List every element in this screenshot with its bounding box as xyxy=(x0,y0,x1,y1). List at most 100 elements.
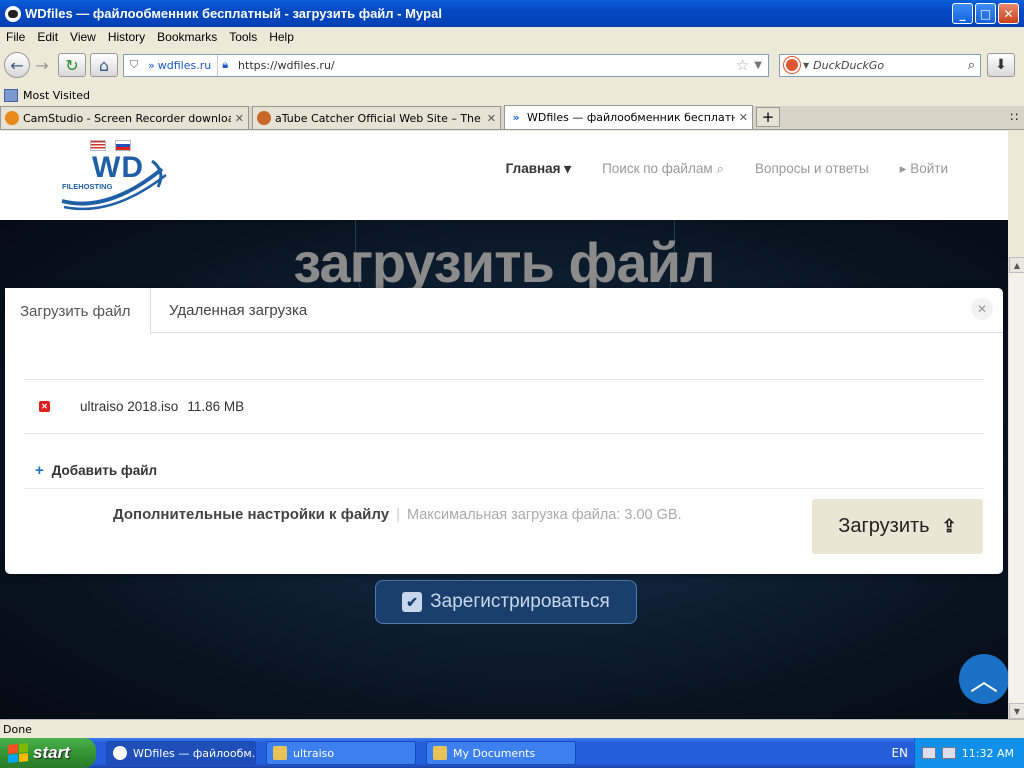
add-file-label: Добавить файл xyxy=(51,463,158,478)
file-size: 11.86 MB xyxy=(187,399,245,414)
forward-arrow-icon: → xyxy=(35,55,49,75)
tray-volume-icon[interactable] xyxy=(941,747,956,759)
new-tab-button[interactable]: + xyxy=(756,107,780,127)
downloads-button[interactable]: ⬇ xyxy=(987,53,1015,77)
wdfiles-logo[interactable]: WD FILEHOSTING xyxy=(58,151,170,217)
home-icon: ⌂ xyxy=(98,55,110,75)
home-button[interactable]: ⌂ xyxy=(90,53,118,77)
advanced-settings-link[interactable]: Дополнительные настройки к файлу xyxy=(113,506,389,523)
nav-home[interactable]: Главная ▾ xyxy=(506,161,571,177)
page-scrollbar[interactable]: ▲ ▼ xyxy=(1008,257,1024,719)
upload-icon: ⇪ xyxy=(941,516,957,536)
window-title-bar: WDfiles — файлообменник бесплатный - заг… xyxy=(0,0,1024,27)
menu-file[interactable]: File xyxy=(0,30,31,44)
maximize-button[interactable]: □ xyxy=(975,3,996,24)
tab-camstudio[interactable]: CamStudio - Screen Recorder download |..… xyxy=(0,106,249,129)
taskbar-item-my-documents[interactable]: My Documents xyxy=(426,741,576,765)
clock[interactable]: 11:32 AM xyxy=(962,747,1014,760)
bookmarks-toolbar: Most Visited xyxy=(0,84,1024,106)
most-visited-bookmark[interactable]: Most Visited xyxy=(23,89,90,102)
web-page: WD FILEHOSTING Главная ▾ Поиск по файлам… xyxy=(0,131,1008,719)
menu-edit[interactable]: Edit xyxy=(31,30,64,44)
status-text: Done xyxy=(3,722,32,736)
navigation-toolbar: ← → ↻ ⌂ ⛉ » wdfiles.ru 🔒︎ https://wdfiles… xyxy=(0,46,1024,84)
close-dialog-button[interactable]: ✕ xyxy=(971,298,993,320)
reload-button[interactable]: ↻ xyxy=(58,53,86,77)
search-engine-dropdown-icon[interactable]: ▼ xyxy=(803,61,809,70)
bookmark-star-icon[interactable]: ☆ xyxy=(733,56,752,74)
back-arrow-icon: ← xyxy=(10,55,24,75)
remove-file-icon[interactable]: ✕ xyxy=(39,401,50,412)
taskbar-item-ultraiso[interactable]: ultraiso xyxy=(266,741,416,765)
plus-icon: + xyxy=(35,462,44,479)
forward-button[interactable]: → xyxy=(30,52,54,78)
scroll-down-icon[interactable]: ▼ xyxy=(1009,703,1024,719)
taskbar-item-browser[interactable]: WDfiles — файлообм... xyxy=(106,741,256,765)
tab-strip: CamStudio - Screen Recorder download |..… xyxy=(0,105,1024,130)
russian-flag-icon[interactable] xyxy=(115,140,131,151)
nav-search-label: Поиск по файлам xyxy=(602,161,713,176)
nav-login[interactable]: ▸ Войти xyxy=(900,161,948,177)
url-text[interactable]: https://wdfiles.ru/ xyxy=(232,59,733,72)
site-identity-label: wdfiles.ru xyxy=(157,58,212,72)
windows-taskbar: start WDfiles — файлообм... ultraiso My … xyxy=(0,738,1024,768)
caret-right-icon: ▸ xyxy=(899,161,907,176)
register-button-label: Зарегистрироваться xyxy=(430,591,610,612)
search-icon[interactable]: ⌕ xyxy=(963,58,980,73)
folder-icon xyxy=(433,746,447,760)
task-label: ultraiso xyxy=(293,746,335,760)
tab-atube[interactable]: aTube Catcher Official Web Site – The be… xyxy=(252,106,501,129)
shield-icon[interactable]: ⛉ xyxy=(124,58,144,72)
scroll-to-top-button[interactable]: ︿ xyxy=(959,654,1008,704)
close-tab-icon[interactable]: ✕ xyxy=(487,112,496,125)
menu-bookmarks[interactable]: Bookmarks xyxy=(151,30,223,44)
max-upload-size: Максимальная загрузка файла: 3.00 GB. xyxy=(407,506,682,523)
minimize-button[interactable]: _ xyxy=(952,3,973,24)
search-box[interactable]: ▼ DuckDuckGo ⌕ xyxy=(779,53,981,77)
close-window-button[interactable]: ✕ xyxy=(998,3,1019,24)
start-label: start xyxy=(33,743,70,762)
site-header: WD FILEHOSTING Главная ▾ Поиск по файлам… xyxy=(0,131,1008,220)
file-row: ✕ ultraiso 2018.iso 11.86 MB xyxy=(24,379,984,434)
task-label: WDfiles — файлообм... xyxy=(133,746,256,760)
start-button[interactable]: start xyxy=(0,738,96,768)
menu-tools[interactable]: Tools xyxy=(223,30,263,44)
wdfiles-favicon-icon: » xyxy=(512,110,520,124)
site-identity[interactable]: » wdfiles.ru xyxy=(144,54,219,76)
register-button[interactable]: ✔ Зарегистрироваться xyxy=(375,580,637,624)
back-button[interactable]: ← xyxy=(4,52,30,78)
close-tab-icon[interactable]: ✕ xyxy=(739,111,748,124)
tab-upload-file[interactable]: Загрузить файл xyxy=(5,288,151,334)
english-flag-icon[interactable] xyxy=(90,140,106,151)
all-tabs-icon[interactable]: ∷ xyxy=(1010,110,1018,124)
browser-task-icon xyxy=(113,746,127,760)
url-dropdown-icon[interactable]: ▼ xyxy=(752,60,768,71)
most-visited-icon xyxy=(4,88,18,102)
address-bar[interactable]: ⛉ » wdfiles.ru 🔒︎ https://wdfiles.ru/ ☆ ▼ xyxy=(123,53,769,77)
tab-remote-upload[interactable]: Удаленная загрузка xyxy=(154,288,322,333)
divider xyxy=(24,488,984,489)
search-icon: ⌕ xyxy=(716,161,724,176)
scroll-up-icon[interactable]: ▲ xyxy=(1009,257,1024,273)
menu-help[interactable]: Help xyxy=(263,30,300,44)
status-bar: Done xyxy=(0,719,1024,738)
menu-view[interactable]: View xyxy=(64,30,102,44)
upload-button[interactable]: Загрузить ⇪ xyxy=(812,499,983,554)
tray-network-icon[interactable] xyxy=(921,747,936,759)
nav-login-label: Войти xyxy=(910,161,948,176)
search-placeholder[interactable]: DuckDuckGo xyxy=(813,59,963,72)
close-tab-icon[interactable]: ✕ xyxy=(235,112,244,125)
tab-wdfiles[interactable]: » WDfiles — файлообменник бесплатный... … xyxy=(504,105,753,129)
file-name: ultraiso 2018.iso xyxy=(80,399,179,414)
duckduckgo-icon[interactable] xyxy=(784,57,800,73)
add-file-button[interactable]: + Добавить файл xyxy=(35,462,157,479)
camstudio-favicon-icon xyxy=(5,111,19,125)
upload-options: Дополнительные настройки к файлу | Макси… xyxy=(113,506,682,523)
menu-history[interactable]: History xyxy=(102,30,151,44)
nav-faq[interactable]: Вопросы и ответы xyxy=(755,161,869,177)
keyboard-layout-indicator[interactable]: EN xyxy=(891,746,908,760)
nav-search-files[interactable]: Поиск по файлам ⌕ xyxy=(602,161,724,177)
site-favicon-icon: » xyxy=(148,58,155,72)
lock-icon[interactable]: 🔒︎ xyxy=(218,58,232,72)
upload-button-label: Загрузить xyxy=(838,515,930,537)
